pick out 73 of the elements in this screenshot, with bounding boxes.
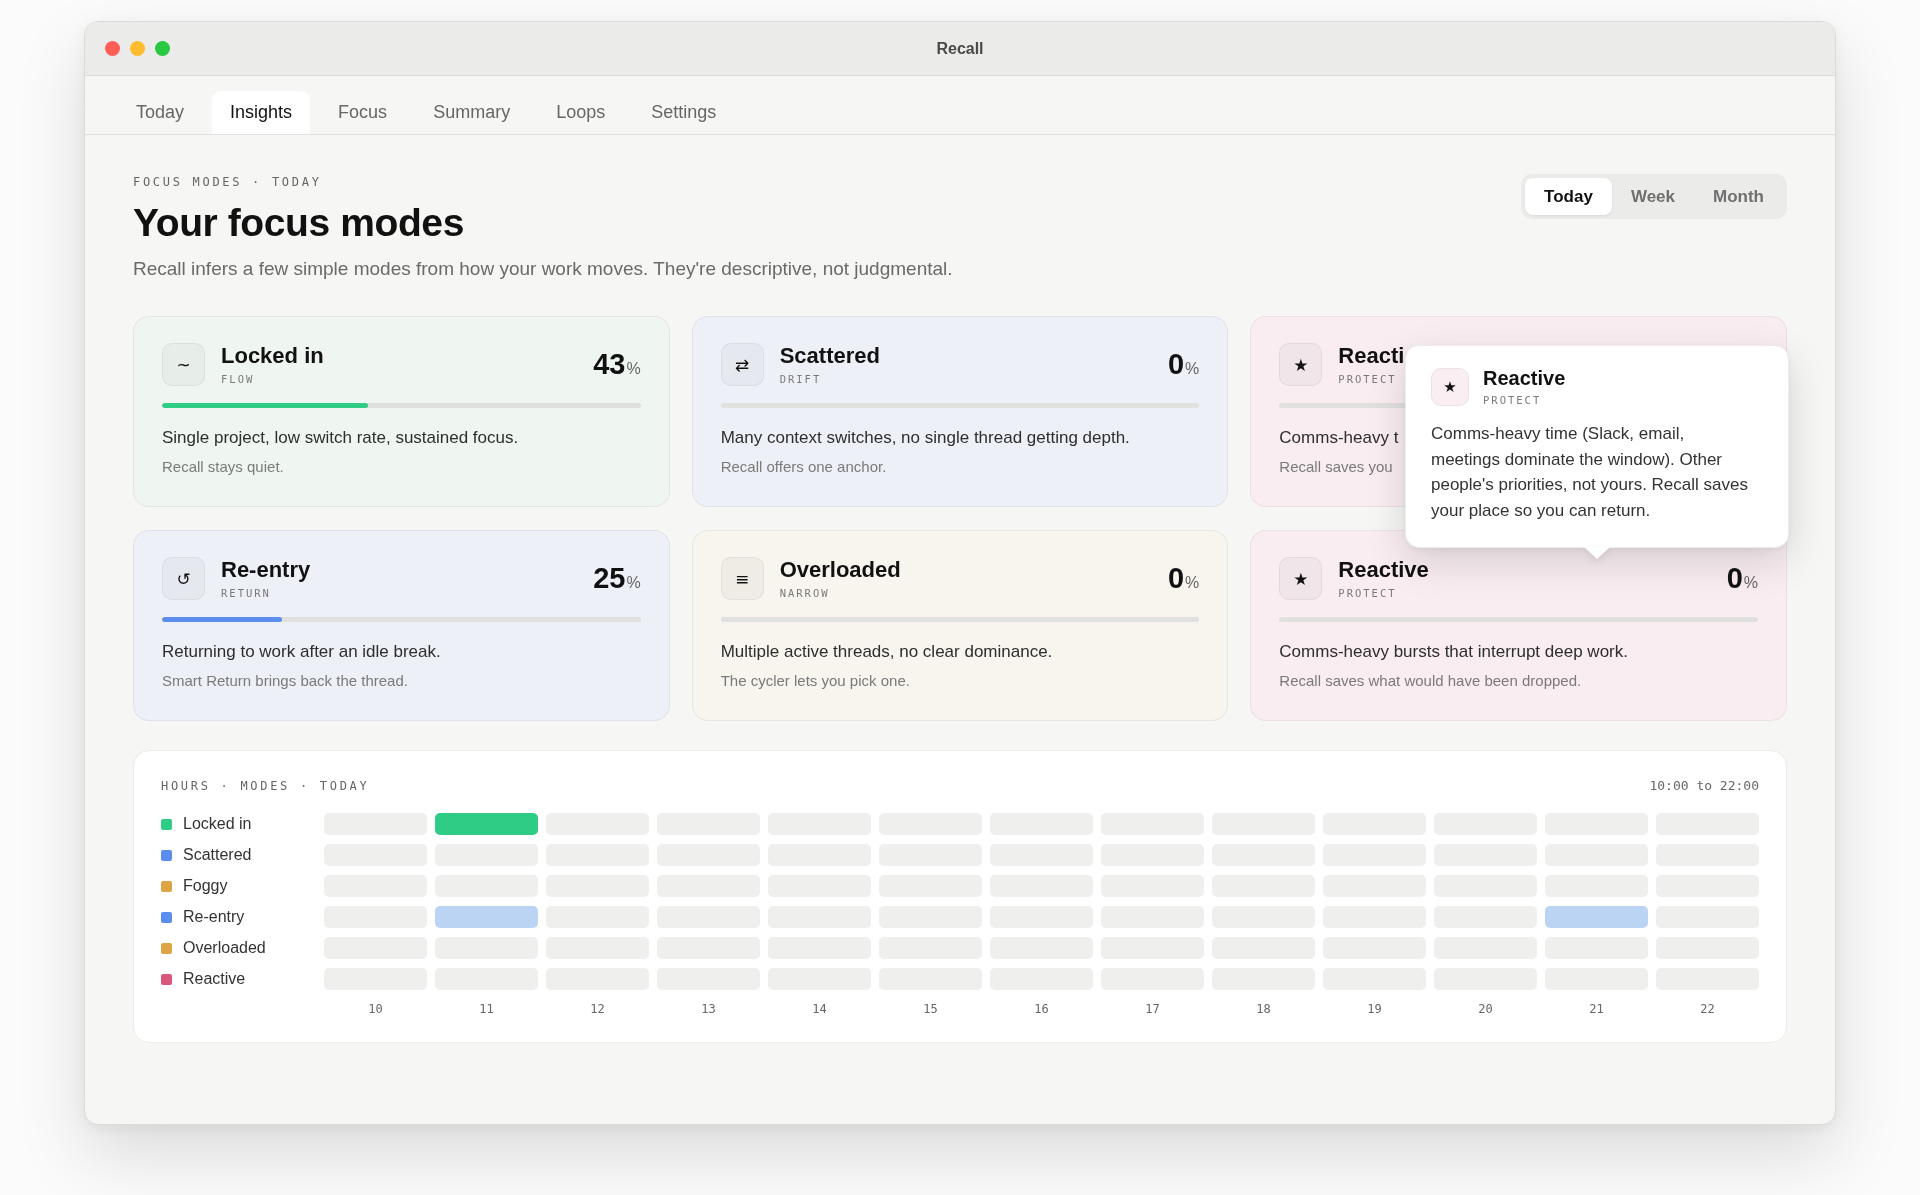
mode-description: Comms-heavy t [1279,427,1399,449]
hour-label: 21 [1589,1001,1604,1017]
mode-note: Recall saves you [1279,457,1393,477]
mode-name: Locked in [221,343,324,369]
mode-name: Scattered [779,343,880,369]
tooltip-tag: PROTECT [1483,393,1542,407]
mode-name: Re-entry [221,557,311,583]
segment-button[interactable]: Today [1525,178,1612,215]
mode-description: Multiple active threads, no clear dominance. [720,641,1053,663]
tooltip-text: Comms-heavy time (Slack, email, meetings dominate the window). Other people's priorities, not yours. Recall saves your place so you can return. [1431,423,1749,522]
legend-label: Locked in [183,814,252,834]
hour-label: 13 [701,1001,716,1017]
mode-percentage: 0% [1167,562,1200,595]
hour-label: 15 [923,1001,938,1017]
segment-button[interactable]: Week [1611,178,1694,215]
mode-description: Many context switches, no single thread getting depth. [720,427,1130,449]
tooltip-title: Reactive [1483,367,1566,390]
section-eyebrow: FOCUS MODES · TODAY [133,174,322,190]
tab[interactable]: Focus [320,91,406,134]
mode-tag: DRIFT [779,372,822,386]
three-lines-icon: ≡ [720,557,764,600]
minimize-button[interactable] [130,41,145,56]
hour-label: 16 [1034,1001,1049,1017]
mode-note: Recall offers one anchor. [720,457,887,477]
hour-label: 11 [479,1001,494,1017]
swap-arrows-icon: ⇄ [720,343,764,386]
hour-label: 22 [1700,1001,1715,1017]
maximize-button[interactable] [155,41,170,56]
mode-note: Recall saves what would have been dropped. [1279,671,1582,691]
mode-description: Returning to work after an idle break. [162,641,441,663]
hour-label: 14 [812,1001,827,1017]
timeline-range: 10:00 to 22:00 [1649,778,1759,794]
mode-tag: PROTECT [1338,586,1397,600]
legend-label: Re-entry [183,907,245,927]
mode-description: Comms-heavy bursts that interrupt deep work. [1279,641,1628,663]
mode-percentage: 43% [593,348,641,381]
mode-tag: FLOW [221,372,255,386]
timeline-eyebrow: HOURS · MODES · TODAY [161,778,370,794]
mode-tag: PROTECT [1338,372,1397,386]
tab[interactable]: Insights [212,91,311,134]
segment-button[interactable]: Month [1694,178,1783,215]
star-icon: ★ [1431,368,1469,406]
legend-label: Reactive [183,969,246,989]
page-title: Your focus modes [133,201,464,244]
hour-label: 10 [368,1001,383,1017]
tab[interactable]: Settings [633,91,735,134]
tab[interactable]: Today [118,91,203,134]
mode-tag: NARROW [779,586,830,600]
hour-label: 20 [1478,1001,1493,1017]
legend-label: Foggy [183,876,228,896]
page-subtitle: Recall infers a few simple modes from how your work moves. They're descriptive, not judgmental. [133,257,953,281]
mode-name: Reactive [1338,557,1429,583]
mode-note: The cycler lets you pick one. [720,671,910,691]
hour-label: 19 [1367,1001,1382,1017]
hour-label: 18 [1256,1001,1271,1017]
mode-name: Overloaded [779,557,901,583]
window-title: Recall [936,39,984,58]
hour-label: 12 [590,1001,605,1017]
mode-description: Single project, low switch rate, sustained focus. [162,427,519,449]
mode-percentage: 0% [1726,562,1758,595]
hour-label: 17 [1145,1001,1160,1017]
legend-label: Overloaded [183,938,266,958]
tab[interactable]: Loops [538,91,624,134]
legend-label: Scattered [183,845,252,865]
mode-note: Smart Return brings back the thread. [162,671,408,691]
wave-icon: ~ [162,343,205,386]
tab[interactable]: Summary [415,91,529,134]
mode-percentage: 0% [1167,348,1200,381]
close-button[interactable] [105,41,120,56]
mode-tag: RETURN [221,586,271,600]
mode-percentage: 25% [593,562,641,595]
mode-note: Recall stays quiet. [162,457,284,477]
mode-name: Reacti [1338,343,1405,369]
